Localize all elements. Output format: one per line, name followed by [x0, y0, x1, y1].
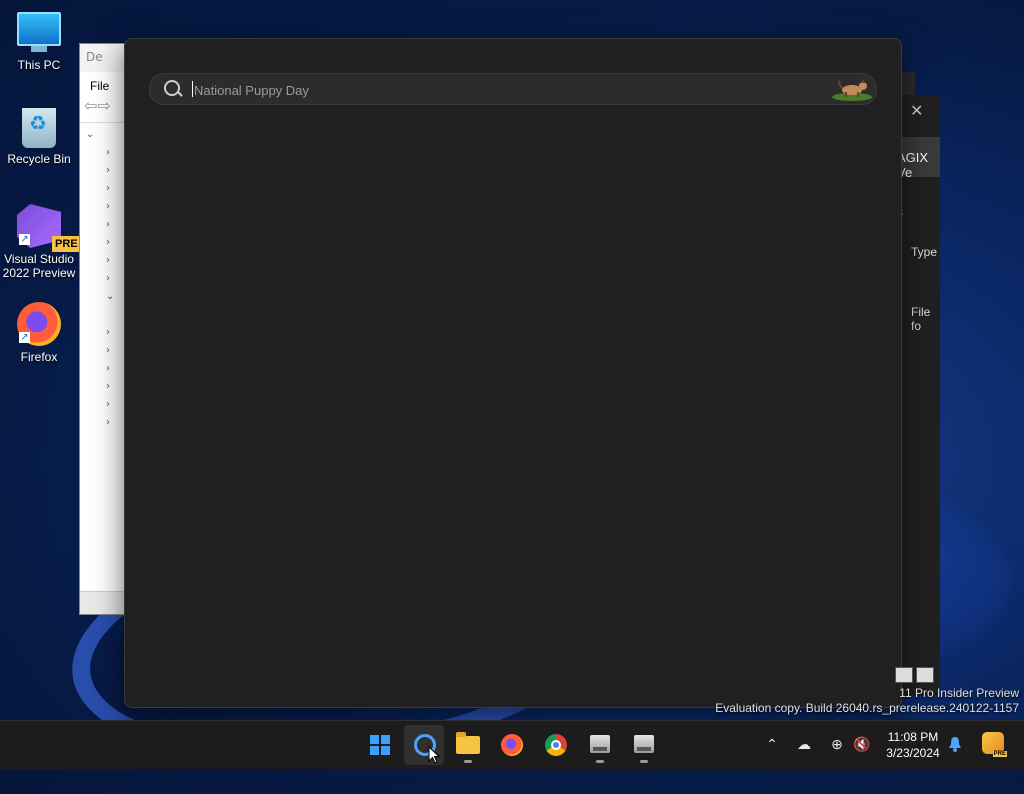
- chevron-up-icon[interactable]: ⌃: [763, 735, 781, 753]
- shortcut-arrow-icon: ↗: [19, 332, 30, 343]
- chevron-right-icon: ›: [106, 165, 110, 176]
- chevron-right-icon: ›: [106, 327, 110, 338]
- clock-time: 11:08 PM: [887, 730, 939, 744]
- clock-date: 3/23/2024: [886, 746, 940, 760]
- start-button[interactable]: [360, 725, 400, 765]
- network-globe-icon[interactable]: ⊕: [828, 735, 846, 753]
- search-flyout[interactable]: [124, 38, 902, 708]
- shortcut-arrow-icon: ↗: [19, 234, 30, 245]
- puppy-highlight-icon[interactable]: [830, 77, 874, 101]
- device-manager-taskbar-button-1[interactable]: [580, 725, 620, 765]
- file-type-cell: File fo: [911, 305, 931, 333]
- desktop-icon-visual-studio[interactable]: PRE ↗ Visual Studio 2022 Preview: [0, 204, 81, 280]
- chevron-right-icon: ›: [106, 237, 110, 248]
- chrome-taskbar-button[interactable]: [536, 725, 576, 765]
- chevron-right-icon: ›: [106, 219, 110, 230]
- view-toggle[interactable]: [895, 667, 937, 687]
- device-manager-icon: [590, 735, 610, 753]
- pre-badge: PRE: [52, 236, 81, 252]
- notification-bell-icon[interactable]: [948, 736, 962, 752]
- column-header-type[interactable]: Type: [911, 245, 937, 259]
- chevron-right-icon: ›: [106, 147, 110, 158]
- back-arrow-icon[interactable]: ⇦: [84, 96, 97, 115]
- chevron-right-icon: ›: [106, 381, 110, 392]
- chevron-right-icon: ›: [106, 273, 110, 284]
- chevron-right-icon: ›: [106, 201, 110, 212]
- desktop-icon-recycle-bin[interactable]: Recycle Bin: [0, 108, 78, 166]
- running-indicator: [464, 760, 472, 763]
- search-input[interactable]: [192, 78, 796, 102]
- chrome-icon: [545, 734, 567, 756]
- onedrive-icon[interactable]: ☁: [795, 735, 813, 753]
- desktop-icon-firefox[interactable]: ↗ Firefox: [0, 302, 78, 364]
- windows-icon: [370, 735, 390, 755]
- chevron-right-icon: ›: [106, 255, 110, 266]
- volume-muted-icon[interactable]: 🔇: [853, 735, 871, 753]
- chevron-right-icon: ›: [106, 417, 110, 428]
- device-manager-taskbar-button-2[interactable]: [624, 725, 664, 765]
- desktop-icon-label: Recycle Bin: [7, 152, 71, 166]
- file-explorer-taskbar-button[interactable]: [448, 725, 488, 765]
- recycle-bin-icon: [22, 108, 56, 148]
- chevron-right-icon: ›: [106, 399, 110, 410]
- firefox-icon: [501, 734, 523, 756]
- chevron-down-icon: ⌄: [106, 291, 115, 302]
- pre-badge: PRE: [992, 751, 1007, 757]
- close-icon[interactable]: ✕: [910, 101, 923, 120]
- watermark-line-1: 11 Pro Insider Preview: [899, 686, 1019, 700]
- chevron-down-icon: ⌄: [86, 129, 95, 140]
- desktop-icon-label: Firefox: [20, 350, 58, 364]
- clock[interactable]: 11:08 PM 3/23/2024: [880, 729, 946, 761]
- firefox-taskbar-button[interactable]: [492, 725, 532, 765]
- large-icons-view-icon[interactable]: [916, 667, 934, 683]
- computer-icon: [17, 12, 61, 52]
- chevron-right-icon: ›: [106, 345, 110, 356]
- running-indicator: [640, 760, 648, 763]
- visual-studio-icon: PRE ↗: [17, 204, 81, 252]
- details-view-icon[interactable]: [895, 667, 913, 683]
- folder-icon: [456, 732, 480, 754]
- search-box[interactable]: [149, 73, 877, 105]
- copilot-icon[interactable]: PRE: [982, 732, 1007, 757]
- running-indicator: [596, 760, 604, 763]
- watermark-line-2: Evaluation copy. Build 26040.rs_prerelea…: [715, 701, 1019, 715]
- search-icon: [164, 80, 180, 96]
- mouse-cursor-icon: [428, 746, 440, 764]
- firefox-icon: ↗: [17, 302, 61, 346]
- device-manager-icon: [634, 735, 654, 753]
- evaluation-watermark: 11 Pro Insider Preview Evaluation copy. …: [715, 686, 1019, 716]
- chevron-right-icon: ›: [106, 363, 110, 374]
- forward-arrow-icon[interactable]: ⇨: [97, 96, 110, 115]
- taskbar: ⌃ ☁ ⊕ 🔇 11:08 PM 3/23/2024 PRE: [0, 720, 1024, 769]
- chevron-right-icon: ›: [106, 183, 110, 194]
- desktop-icon-label: This PC: [17, 58, 61, 72]
- desktop-icon-this-pc[interactable]: This PC: [0, 12, 78, 72]
- desktop-icon-label: Visual Studio 2022 Preview: [2, 252, 76, 280]
